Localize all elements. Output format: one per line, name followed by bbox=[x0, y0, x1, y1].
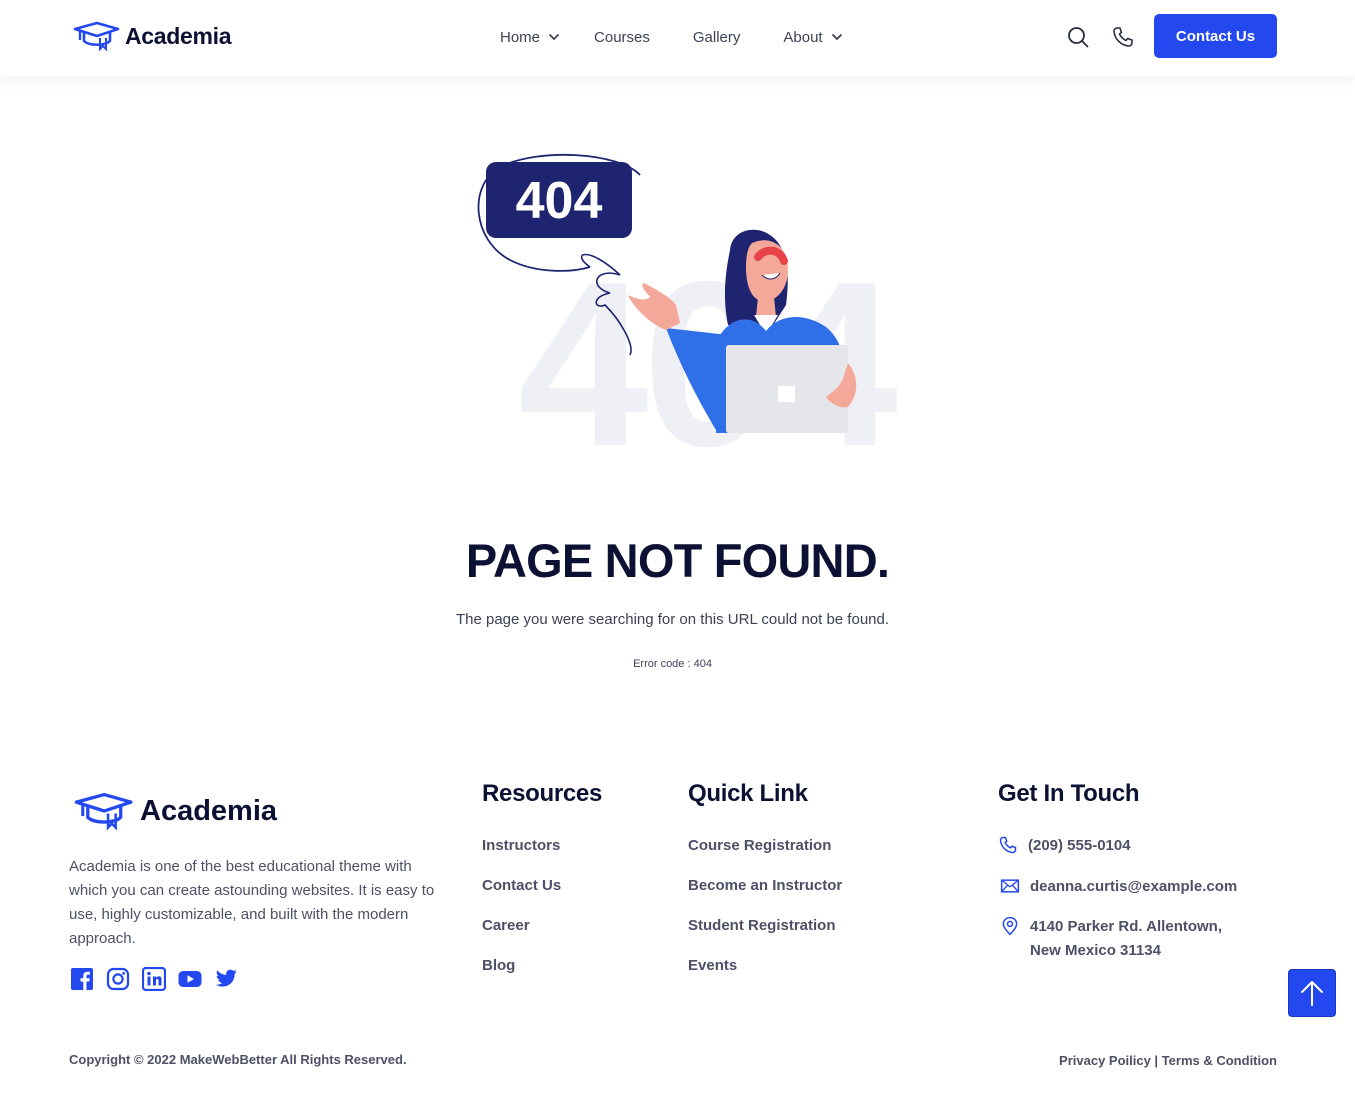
legal-separator: | bbox=[1150, 1053, 1162, 1068]
404-illustration: 404 404 bbox=[477, 153, 903, 465]
resources-title: Resources bbox=[482, 780, 603, 807]
brand-name: Academia bbox=[125, 22, 232, 49]
contact-address-line2: New Mexico 31134 bbox=[1030, 942, 1161, 959]
contact-address-line1: 4140 Parker Rd. Allentown, bbox=[1030, 918, 1223, 935]
nav-item-courses[interactable]: Courses bbox=[594, 26, 650, 48]
back-to-top-button[interactable] bbox=[1288, 969, 1336, 1017]
footer-link-events[interactable]: Events bbox=[688, 957, 737, 974]
location-pin-icon bbox=[1002, 916, 1018, 936]
nav-item-gallery[interactable]: Gallery bbox=[693, 26, 741, 48]
contact-address: 4140 Parker Rd. Allentown, New Mexico 31… bbox=[1000, 915, 1222, 963]
graduation-cap-icon bbox=[74, 792, 133, 830]
mail-icon bbox=[1000, 879, 1020, 893]
phone-icon bbox=[999, 836, 1017, 854]
footer-link-become-instructor[interactable]: Become an Instructor bbox=[688, 877, 842, 894]
nav-item-label: Gallery bbox=[692, 28, 741, 46]
main-nav: Home Courses Gallery About bbox=[500, 26, 843, 48]
legal-links: Privacy Poilicy | Terms & Condition bbox=[1059, 1053, 1277, 1068]
404-badge-text: 404 bbox=[516, 172, 603, 230]
privacy-policy-link[interactable]: Privacy Poilicy bbox=[1059, 1053, 1151, 1068]
get-in-touch-title: Get In Touch bbox=[998, 780, 1140, 807]
footer-brand-logo[interactable]: Academia bbox=[72, 792, 277, 830]
footer-brand-name: Academia bbox=[140, 794, 278, 827]
footer-link-blog[interactable]: Blog bbox=[482, 957, 515, 974]
graduation-cap-icon bbox=[73, 21, 120, 51]
page-subtitle: The page you were searching for on this … bbox=[455, 611, 890, 628]
linkedin-icon[interactable] bbox=[142, 967, 166, 991]
footer-link-instructors[interactable]: Instructors bbox=[482, 837, 560, 854]
instagram-icon[interactable] bbox=[106, 967, 130, 991]
nav-item-home[interactable]: Home bbox=[500, 26, 560, 48]
site-header: Academia Home Courses Gallery About Cont… bbox=[0, 0, 1355, 76]
contact-phone[interactable]: (209) 555-0104 bbox=[998, 834, 1131, 858]
contact-email-text: deanna.curtis@example.com bbox=[1030, 878, 1238, 895]
chevron-down-icon bbox=[831, 34, 842, 41]
footer-link-course-registration[interactable]: Course Registration bbox=[688, 837, 831, 854]
contact-phone-text: (209) 555-0104 bbox=[1028, 837, 1131, 854]
youtube-icon[interactable] bbox=[178, 967, 202, 991]
arrow-up-icon bbox=[1301, 981, 1323, 1006]
error-code: Error code : 404 bbox=[633, 658, 712, 670]
social-links bbox=[70, 967, 250, 991]
page-title: PAGE NOT FOUND. bbox=[465, 534, 890, 587]
twitter-icon[interactable] bbox=[214, 967, 238, 991]
nav-item-label: About bbox=[783, 28, 823, 46]
terms-link[interactable]: Terms & Condition bbox=[1162, 1053, 1277, 1068]
search-icon[interactable] bbox=[1066, 25, 1090, 49]
quick-link-title: Quick Link bbox=[688, 780, 808, 807]
footer-link-student-registration[interactable]: Student Registration bbox=[688, 917, 836, 934]
nav-item-label: Courses bbox=[594, 28, 650, 46]
chevron-down-icon bbox=[549, 34, 559, 41]
copyright-text: Copyright © 2022 MakeWebBetter All Right… bbox=[69, 1052, 407, 1067]
brand-logo[interactable]: Academia bbox=[72, 20, 232, 52]
nav-item-label: Home bbox=[500, 28, 541, 46]
footer-about-text: Academia is one of the best educational … bbox=[69, 858, 435, 947]
footer-link-career[interactable]: Career bbox=[482, 917, 530, 934]
contact-email[interactable]: deanna.curtis@example.com bbox=[1000, 875, 1237, 899]
phone-icon[interactable] bbox=[1111, 25, 1135, 49]
nav-item-about[interactable]: About bbox=[783, 26, 842, 48]
facebook-icon[interactable] bbox=[70, 967, 94, 991]
contact-us-button[interactable]: Contact Us bbox=[1154, 14, 1277, 58]
footer-link-contact-us[interactable]: Contact Us bbox=[482, 877, 561, 894]
